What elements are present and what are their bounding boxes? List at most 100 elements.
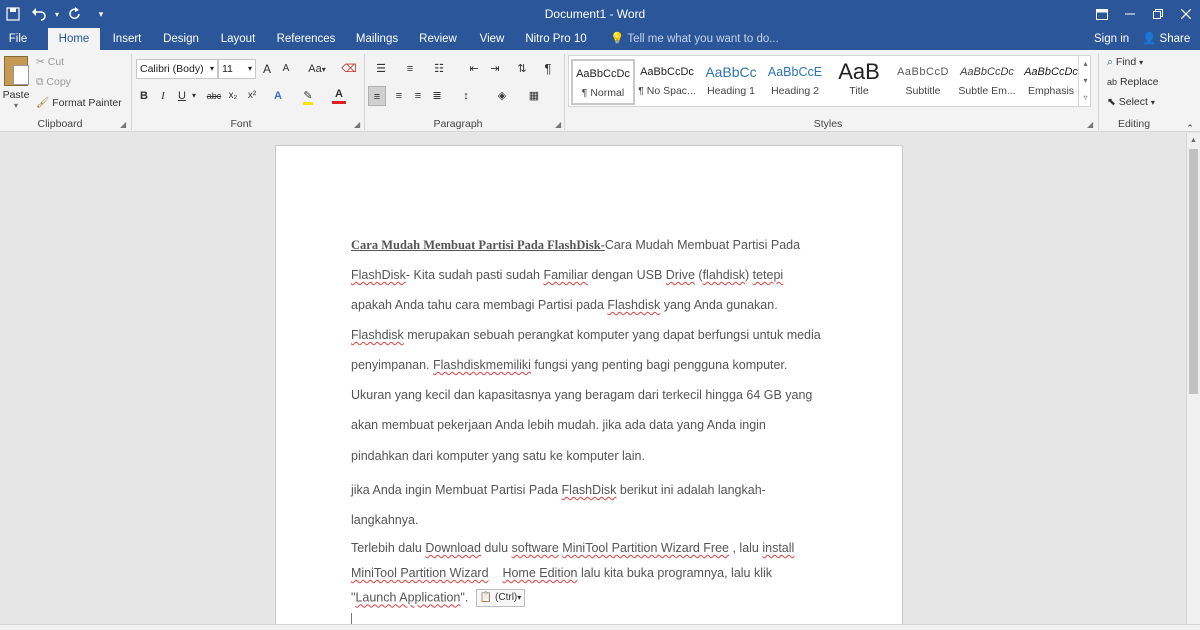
select-button[interactable]: ⬉ Select ▾ — [1107, 93, 1155, 111]
restore-icon[interactable] — [1144, 0, 1172, 28]
tab-mailings[interactable]: Mailings — [350, 28, 404, 50]
misspelled-word[interactable]: Launch Application — [355, 590, 460, 604]
misspelled-word[interactable]: MiniTool Partition Wizard — [351, 566, 489, 580]
misspelled-word[interactable]: Flashdisk — [607, 298, 660, 312]
font-launcher-icon[interactable]: ◢ — [354, 120, 360, 129]
align-right-icon[interactable]: ≡ — [409, 86, 427, 106]
text-run: penyimpanan. — [351, 358, 434, 372]
misspelled-word[interactable]: FlashDisk — [562, 483, 617, 497]
scrollbar-thumb[interactable] — [1189, 149, 1198, 394]
font-group-label: Font — [230, 118, 252, 130]
style-subtle-emphasis[interactable]: AaBbCcDc Subtle Em... — [955, 59, 1019, 105]
misspelled-word[interactable]: install — [762, 541, 794, 555]
text-effects-button[interactable]: A — [271, 86, 285, 106]
style-sample: AaBbCcDc — [960, 66, 1014, 78]
highlight-button[interactable]: ✎ — [300, 86, 316, 106]
tab-layout[interactable]: Layout — [214, 28, 262, 50]
sign-in-link[interactable]: Sign in — [1094, 28, 1129, 50]
shrink-font-button[interactable]: A — [279, 59, 293, 79]
misspelled-word[interactable]: software — [512, 541, 559, 555]
minimize-icon[interactable] — [1116, 0, 1144, 28]
style-normal[interactable]: AaBbCcDc ¶ Normal — [571, 59, 635, 105]
paste-dropdown-icon[interactable]: ▾ — [2, 101, 30, 110]
style-heading-2[interactable]: AaBbCcE Heading 2 — [763, 59, 827, 105]
clipboard-launcher-icon[interactable]: ◢ — [120, 120, 126, 129]
tab-nitro[interactable]: Nitro Pro 10 — [522, 28, 590, 50]
justify-icon[interactable]: ≣ — [428, 86, 446, 106]
misspelled-word[interactable]: Home Edition — [502, 566, 577, 580]
misspelled-word[interactable]: Drive — [666, 268, 695, 282]
style-subtitle[interactable]: AaBbCcD Subtitle — [891, 59, 955, 105]
share-button[interactable]: 👤 Share — [1142, 28, 1190, 50]
text-line: "Launch Application". 📋 (Ctrl)▾ — [351, 589, 526, 607]
copy-button[interactable]: ⧉ Copy — [36, 74, 71, 90]
italic-button[interactable]: I — [156, 86, 170, 106]
tab-insert[interactable]: Insert — [106, 28, 148, 50]
vertical-scrollbar[interactable]: ▲ — [1186, 133, 1200, 630]
clear-formatting-icon[interactable]: ⌫ — [340, 59, 358, 79]
paste-options-button[interactable]: 📋 (Ctrl)▾ — [475, 589, 526, 607]
superscript-button[interactable]: x² — [245, 86, 259, 106]
replace-button[interactable]: ab Replace — [1107, 73, 1158, 91]
subscript-button[interactable]: x₂ — [226, 86, 240, 106]
misspelled-word[interactable]: MiniTool Partition Wizard Free — [562, 541, 729, 555]
show-formatting-icon[interactable]: ¶ — [540, 59, 556, 79]
line-spacing-icon[interactable]: ↕ — [455, 86, 477, 106]
close-icon[interactable] — [1172, 0, 1200, 28]
chevron-up-icon[interactable]: ▴ — [1079, 55, 1092, 72]
strikethrough-button[interactable]: abc — [205, 86, 223, 106]
tab-home[interactable]: Home — [48, 28, 100, 50]
chevron-down-icon[interactable]: ▾ — [190, 86, 198, 106]
cut-button[interactable]: ✂ Cut — [36, 54, 64, 70]
tell-me-search[interactable]: 💡 Tell me what you want to do... — [610, 28, 779, 50]
more-styles-icon[interactable]: ▿ — [1079, 89, 1092, 106]
styles-launcher-icon[interactable]: ◢ — [1087, 120, 1093, 129]
font-color-button[interactable]: A — [332, 86, 346, 104]
document-page[interactable]: Cara Mudah Membuat Partisi Pada FlashDis… — [275, 145, 903, 630]
align-center-icon[interactable]: ≡ — [390, 86, 408, 106]
style-no-spacing[interactable]: AaBbCcDc ¶ No Spac... — [635, 59, 699, 105]
tab-review[interactable]: Review — [414, 28, 462, 50]
font-size-select[interactable]: 11 ▾ — [218, 59, 256, 79]
ribbon-display-icon[interactable] — [1088, 0, 1116, 28]
chevron-down-icon[interactable]: ▾ — [1079, 72, 1092, 89]
bullets-icon[interactable]: ☰ — [370, 59, 392, 79]
tab-references[interactable]: References — [272, 28, 340, 50]
find-button[interactable]: ⌕ Find ▾ — [1107, 53, 1143, 71]
misspelled-word[interactable]: Flashdiskmemiliki — [433, 358, 531, 372]
tab-view[interactable]: View — [472, 28, 512, 50]
numbering-icon[interactable]: ≡ — [399, 59, 421, 79]
paste-button[interactable]: Paste ▾ — [2, 56, 30, 110]
group-divider — [1098, 54, 1099, 130]
grow-font-button[interactable]: A — [260, 59, 274, 79]
decrease-indent-icon[interactable]: ⇤ — [466, 59, 482, 79]
font-family-select[interactable]: Calibri (Body) ▾ — [136, 59, 218, 79]
text-run: jika Anda ingin Membuat Partisi Pada — [351, 483, 562, 497]
misspelled-word[interactable]: Download — [425, 541, 481, 555]
shading-icon[interactable]: ◈ — [492, 86, 512, 106]
multilevel-list-icon[interactable]: ☷ — [428, 59, 450, 79]
text-run: ) — [744, 268, 753, 282]
misspelled-word[interactable]: tetepi — [753, 268, 784, 282]
bold-button[interactable]: B — [137, 86, 151, 106]
misspelled-word[interactable]: Flashdisk — [351, 328, 404, 342]
underline-button[interactable]: U — [175, 86, 189, 106]
styles-gallery-scroll[interactable]: ▴ ▾ ▿ — [1078, 55, 1092, 107]
style-name: Title — [849, 85, 869, 97]
sort-icon[interactable]: ⇅ — [514, 59, 530, 79]
change-case-button[interactable]: Aa▾ — [303, 59, 331, 79]
misspelled-word[interactable]: Familiar — [543, 268, 587, 282]
scroll-up-icon[interactable]: ▲ — [1187, 135, 1200, 147]
align-left-icon[interactable]: ≡ — [368, 86, 386, 106]
style-heading-1[interactable]: AaBbCc Heading 1 — [699, 59, 763, 105]
format-painter-button[interactable]: 🖌 Format Painter — [36, 95, 122, 111]
tab-file[interactable]: File — [0, 28, 36, 50]
misspelled-word[interactable]: flahdisk — [703, 268, 745, 282]
borders-icon[interactable]: ▦ — [524, 86, 544, 106]
style-emphasis[interactable]: AaBbCcDc Emphasis — [1019, 59, 1083, 105]
misspelled-word[interactable]: FlashDisk — [351, 268, 406, 282]
increase-indent-icon[interactable]: ⇥ — [487, 59, 503, 79]
style-title[interactable]: AaB Title — [827, 59, 891, 105]
tab-design[interactable]: Design — [158, 28, 204, 50]
paragraph-launcher-icon[interactable]: ◢ — [555, 120, 561, 129]
